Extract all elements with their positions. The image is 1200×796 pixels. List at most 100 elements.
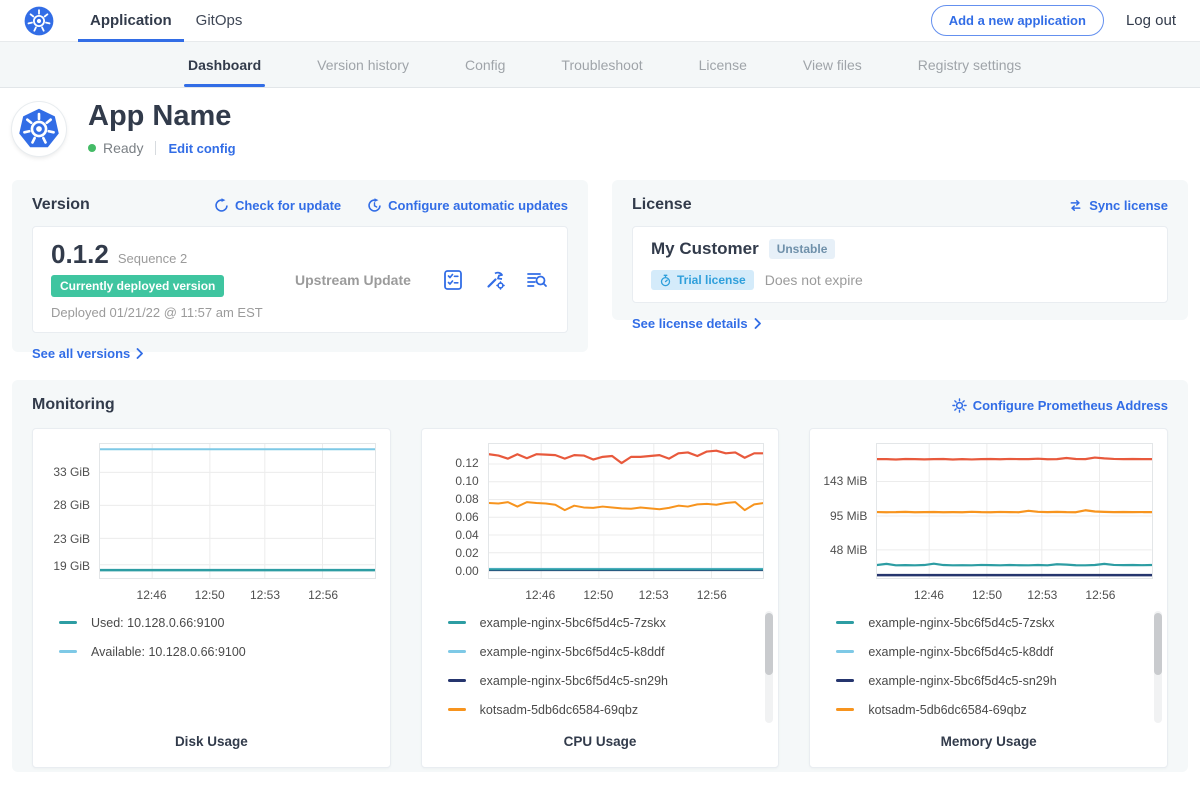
chart-legend: Used: 10.128.0.66:9100 Available: 10.128.…	[47, 608, 376, 726]
y-axis: 0.120.100.080.060.040.020.00	[436, 443, 488, 579]
version-source-label: Upstream Update	[295, 272, 441, 288]
configure-automatic-updates-link[interactable]: Configure automatic updates	[367, 198, 568, 213]
edit-config-link[interactable]: Edit config	[168, 141, 235, 156]
legend-dash	[59, 621, 77, 624]
legend-label: Used: 10.128.0.66:9100	[91, 616, 224, 630]
monitoring-card: Monitoring Configure Prometheus Address	[12, 380, 1188, 772]
x-axis-tick: 12:50	[583, 588, 613, 602]
chart-legend: example-nginx-5bc6f5d4c5-7zskxexample-ng…	[436, 608, 765, 726]
see-all-versions-link[interactable]: See all versions	[32, 346, 144, 361]
app-status-row: Ready Edit config	[88, 140, 236, 156]
subtab-view-files[interactable]: View files	[803, 42, 862, 87]
trial-license-badge: Trial license	[651, 270, 754, 290]
configure-prometheus-link[interactable]: Configure Prometheus Address	[952, 398, 1168, 413]
channel-badge: Unstable	[769, 239, 836, 259]
check-for-update-link[interactable]: Check for update	[214, 198, 341, 213]
tab-application[interactable]: Application	[78, 0, 184, 42]
legend-dash	[59, 650, 77, 653]
subtab-version-history[interactable]: Version history	[317, 42, 409, 87]
divider	[155, 141, 156, 155]
see-license-details-link[interactable]: See license details	[632, 316, 762, 331]
y-axis-tick: 95 MiB	[830, 509, 867, 523]
see-license-details-label: See license details	[632, 316, 748, 331]
legend-item: example-nginx-5bc6f5d4c5-k8ddf	[836, 637, 1153, 666]
y-axis-tick: 0.02	[455, 546, 478, 560]
cpu-usage-chart	[488, 443, 765, 579]
app-avatar	[12, 102, 66, 156]
subtab-registry-settings[interactable]: Registry settings	[918, 42, 1021, 87]
ready-status-dot	[88, 144, 96, 152]
legend-dash	[836, 621, 854, 624]
y-axis-tick: 33 GiB	[53, 465, 90, 479]
legend-label: Available: 10.128.0.66:9100	[91, 645, 246, 659]
y-axis-tick: 0.12	[455, 456, 478, 470]
subtab-license[interactable]: License	[699, 42, 747, 87]
legend-scrollbar-thumb[interactable]	[765, 613, 773, 675]
app-header: App Name Ready Edit config	[0, 88, 1200, 156]
legend-dash	[448, 621, 466, 624]
chart-title: CPU Usage	[436, 734, 765, 749]
legend-scrollbar	[1154, 611, 1162, 723]
stopwatch-icon	[659, 274, 672, 287]
legend-item: Used: 10.128.0.66:9100	[59, 608, 376, 637]
license-card-header: License Sync license	[632, 196, 1168, 214]
chart-title: Disk Usage	[47, 734, 376, 749]
preflight-checks-icon	[441, 268, 465, 292]
configure-prometheus-label: Configure Prometheus Address	[973, 398, 1168, 413]
current-version-box: 0.1.2 Sequence 2 Currently deployed vers…	[32, 226, 568, 333]
legend-scrollbar-thumb[interactable]	[1154, 613, 1162, 675]
subtab-config[interactable]: Config	[465, 42, 505, 87]
page-title: App Name	[88, 100, 236, 133]
y-axis-tick: 0.00	[455, 564, 478, 578]
x-axis-tick: 12:50	[972, 588, 1002, 602]
chart-title: Memory Usage	[824, 734, 1153, 749]
version-card-title: Version	[32, 196, 90, 214]
version-number: 0.1.2	[51, 239, 109, 270]
legend-item: example-nginx-5bc6f5d4c5-7zskx	[448, 608, 765, 637]
sync-license-link[interactable]: Sync license	[1068, 198, 1168, 213]
legend-scrollbar	[765, 611, 773, 723]
clock-refresh-icon	[367, 198, 382, 213]
y-axis-tick: 0.04	[455, 528, 478, 542]
monitoring-title: Monitoring	[32, 396, 115, 414]
customer-name: My Customer	[651, 239, 759, 259]
chart-legend: example-nginx-5bc6f5d4c5-7zskxexample-ng…	[824, 608, 1153, 726]
configure-automatic-updates-label: Configure automatic updates	[388, 198, 568, 213]
license-details-box: My Customer Unstable Trial license Does …	[632, 226, 1168, 303]
legend-label: example-nginx-5bc6f5d4c5-k8ddf	[868, 645, 1053, 659]
x-axis-tick: 12:53	[250, 588, 280, 602]
chevron-right-icon	[754, 318, 762, 329]
deployed-timestamp: Deployed 01/21/22 @ 11:57 am EST	[51, 305, 295, 320]
x-axis-tick: 12:46	[137, 588, 167, 602]
view-deploy-logs-button[interactable]	[525, 268, 549, 292]
sync-arrows-icon	[1068, 198, 1083, 213]
subtab-troubleshoot[interactable]: Troubleshoot	[561, 42, 642, 87]
x-axis-tick: 12:53	[639, 588, 669, 602]
x-axis: 12:4612:5012:5312:56	[99, 579, 376, 605]
subtab-dashboard[interactable]: Dashboard	[188, 42, 261, 87]
logout-button[interactable]: Log out	[1126, 12, 1176, 29]
legend-label: example-nginx-5bc6f5d4c5-sn29h	[868, 674, 1056, 688]
y-axis: 143 MiB95 MiB48 MiB	[824, 443, 876, 579]
tab-gitops[interactable]: GitOps	[184, 0, 255, 42]
legend-dash	[836, 650, 854, 653]
version-card-header: Version Check for update	[32, 196, 568, 214]
legend-label: kotsadm-5db6dc6584-69qbz	[480, 703, 638, 717]
legend-label: kotsadm-5db6dc6584-69qbz	[868, 703, 1026, 717]
chevron-right-icon	[136, 348, 144, 359]
legend-item: example-nginx-5bc6f5d4c5-k8ddf	[448, 637, 765, 666]
kubernetes-app-icon	[17, 107, 61, 151]
memory-usage-chart	[876, 443, 1153, 579]
top-navigation-bar: Application GitOps Add a new application…	[0, 0, 1200, 42]
app-info: App Name Ready Edit config	[88, 98, 236, 156]
x-axis-tick: 12:46	[525, 588, 555, 602]
preflight-checks-button[interactable]	[441, 268, 465, 292]
refresh-icon	[214, 198, 229, 213]
edit-config-version-button[interactable]	[483, 268, 507, 292]
legend-dash	[836, 679, 854, 682]
x-axis-tick: 12:50	[195, 588, 225, 602]
add-new-application-button[interactable]: Add a new application	[931, 5, 1104, 36]
legend-item: kotsadm-5db6dc6584-69qbz	[836, 695, 1153, 724]
legend-item: example-nginx-5bc6f5d4c5-sn29h	[448, 666, 765, 695]
currently-deployed-badge: Currently deployed version	[51, 275, 224, 297]
